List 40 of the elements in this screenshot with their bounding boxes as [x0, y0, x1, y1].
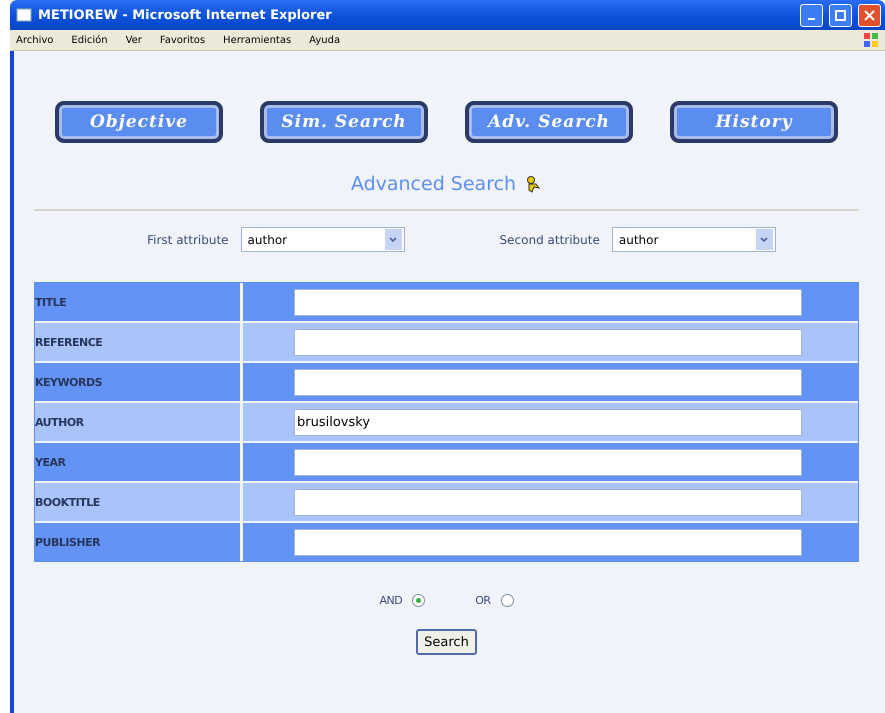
- windows-flag-icon: [863, 32, 879, 48]
- field-label: YEAR: [35, 443, 240, 481]
- input-field[interactable]: [294, 288, 802, 316]
- radio-button[interactable]: [500, 594, 514, 607]
- field-label: AUTHOR: [35, 403, 240, 441]
- search-button[interactable]: Search: [416, 629, 477, 655]
- window-title: METIOREW - Microsoft Internet Explorer: [38, 8, 333, 22]
- field-label: BOOKTITLE: [35, 483, 240, 521]
- field-label: PUBLISHER: [35, 523, 240, 561]
- attribute-label: Second attribute: [500, 232, 600, 246]
- input-field[interactable]: [294, 368, 802, 396]
- menu-item[interactable]: Archivo: [16, 34, 54, 46]
- menu-item[interactable]: Favoritos: [160, 34, 206, 46]
- menu-item[interactable]: Ver: [126, 34, 142, 46]
- operator-label: OR: [475, 594, 491, 607]
- field-label: REFERENCE: [35, 323, 240, 361]
- maximize-icon: [835, 10, 846, 20]
- operator-label: AND: [379, 594, 402, 607]
- minimize-button[interactable]: [800, 4, 823, 26]
- menu-item[interactable]: Edición: [71, 34, 108, 46]
- attribute-label: First attribute: [147, 232, 229, 246]
- radio-button[interactable]: [412, 594, 426, 607]
- page-heading: Advanced Search: [350, 173, 516, 195]
- running-figure-icon: [524, 175, 542, 193]
- input-field[interactable]: brusilovsky: [294, 408, 802, 436]
- input-field[interactable]: [294, 528, 802, 556]
- browser-page-icon: [16, 7, 32, 23]
- input-field[interactable]: [294, 328, 802, 356]
- close-icon: [864, 10, 875, 20]
- field-label: KEYWORDS: [35, 363, 240, 401]
- input-field[interactable]: [294, 448, 802, 476]
- menu-item[interactable]: Herramientas: [223, 34, 292, 46]
- maximize-button[interactable]: [829, 4, 852, 26]
- input-field[interactable]: [294, 488, 802, 516]
- attribute-select[interactable]: author: [612, 227, 776, 252]
- menu-item[interactable]: Ayuda: [309, 34, 340, 46]
- attribute-select[interactable]: author: [240, 227, 405, 252]
- close-button[interactable]: [858, 4, 881, 26]
- field-label: TITLE: [35, 283, 240, 321]
- minimize-icon: [808, 18, 815, 20]
